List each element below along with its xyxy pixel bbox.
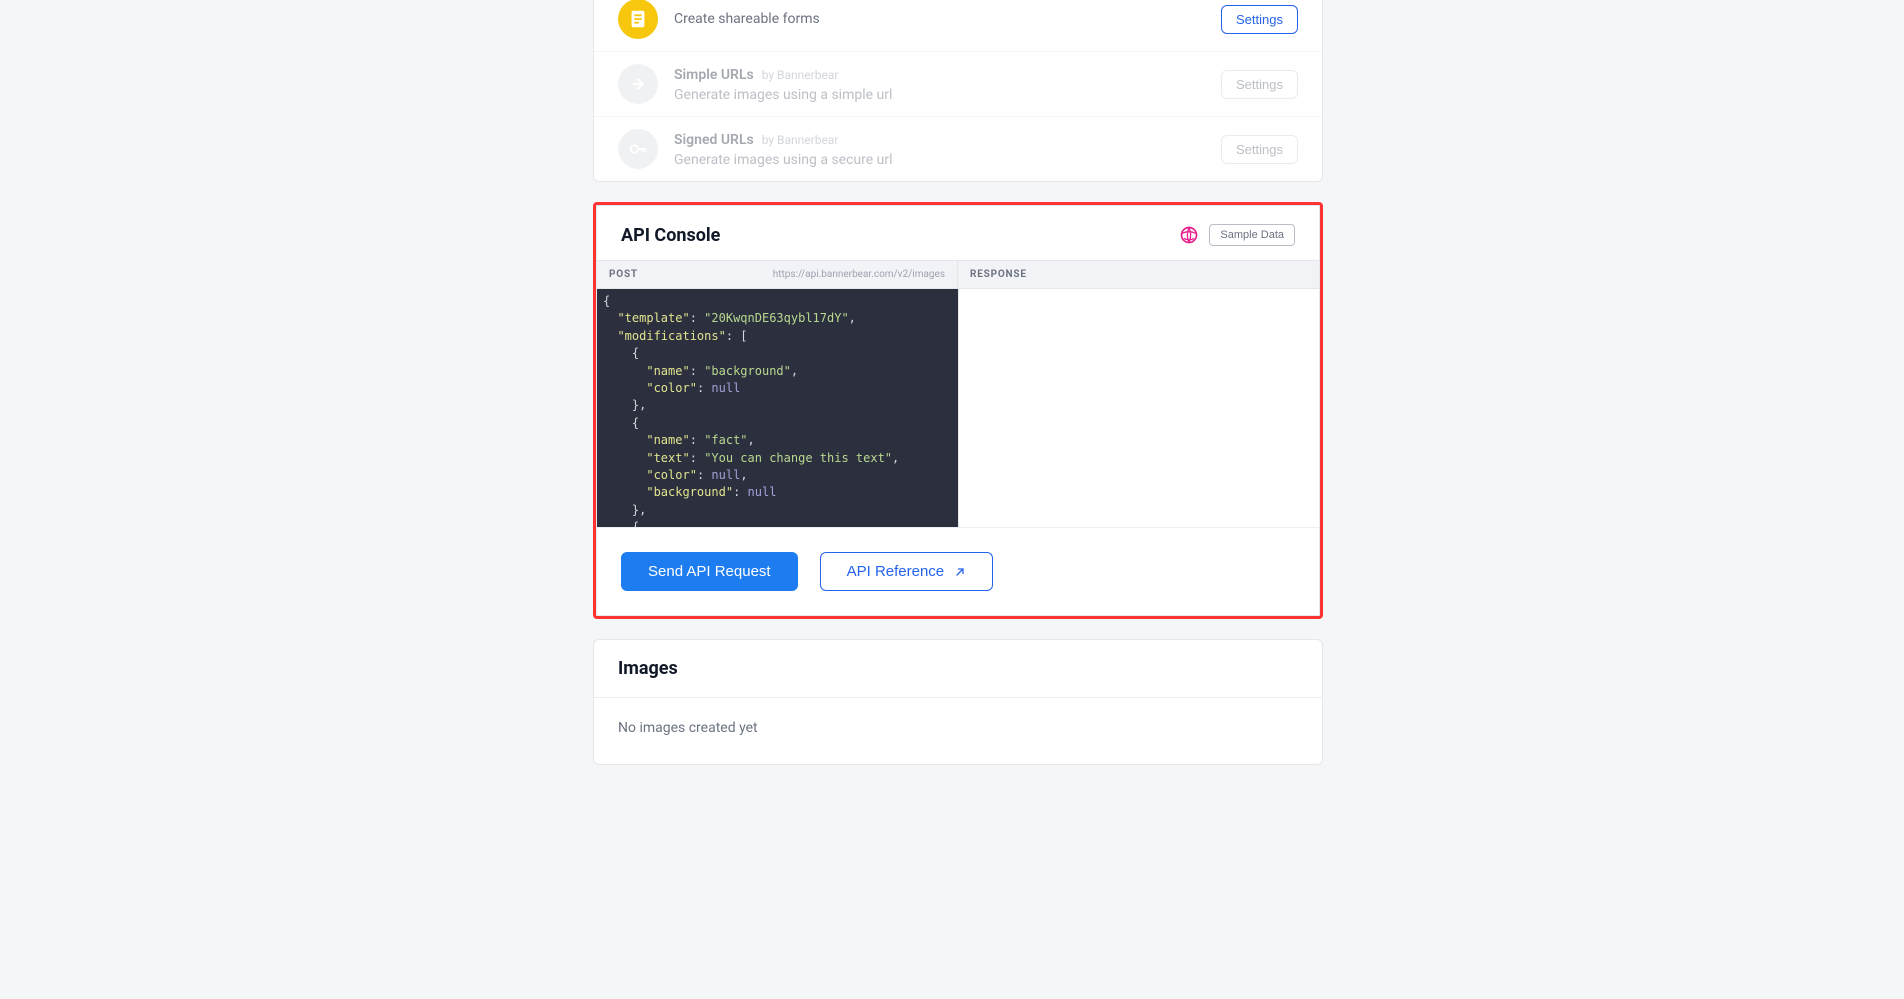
sample-data-button[interactable]: Sample Data bbox=[1209, 224, 1295, 246]
settings-button[interactable]: Settings bbox=[1221, 5, 1298, 34]
integration-row-signed-urls: Signed URLs by Bannerbear Generate image… bbox=[594, 116, 1322, 181]
form-icon bbox=[618, 0, 658, 39]
integration-title: Simple URLs bbox=[674, 67, 754, 83]
integration-title: Signed URLs bbox=[674, 132, 754, 148]
integration-subtitle: Create shareable forms bbox=[674, 11, 1205, 29]
response-label: RESPONSE bbox=[970, 269, 1027, 280]
api-response-header: RESPONSE bbox=[958, 261, 1319, 288]
settings-button[interactable]: Settings bbox=[1221, 135, 1298, 164]
api-reference-button[interactable]: API Reference bbox=[820, 552, 994, 591]
settings-button[interactable]: Settings bbox=[1221, 70, 1298, 99]
api-request-body[interactable]: { "template": "20KwqnDE63qybl17dY", "mod… bbox=[597, 289, 958, 527]
post-label: POST bbox=[609, 269, 638, 280]
api-console-title: API Console bbox=[621, 225, 720, 246]
api-response-body bbox=[958, 289, 1319, 527]
api-post-header: POST https://api.bannerbear.com/v2/image… bbox=[597, 261, 958, 288]
integration-row-simple-urls: Simple URLs by Bannerbear Generate image… bbox=[594, 51, 1322, 116]
bannerbear-logo-icon bbox=[1179, 225, 1199, 245]
integration-by: by Bannerbear bbox=[762, 68, 839, 82]
integration-row-forms: Create shareable forms Settings bbox=[594, 0, 1322, 51]
images-card: Images No images created yet bbox=[593, 639, 1323, 765]
integration-subtitle: Generate images using a simple url bbox=[674, 87, 1205, 105]
arrow-right-icon bbox=[618, 64, 658, 104]
api-console-card: API Console Sample Data bbox=[596, 205, 1320, 616]
api-reference-label: API Reference bbox=[847, 563, 945, 580]
api-panes-header: POST https://api.bannerbear.com/v2/image… bbox=[597, 260, 1319, 289]
integration-by: by Bannerbear bbox=[762, 133, 839, 147]
api-endpoint: https://api.bannerbear.com/v2/images bbox=[773, 269, 945, 280]
integrations-list: Create shareable forms Settings Simple U… bbox=[593, 0, 1323, 182]
images-title: Images bbox=[594, 640, 1322, 698]
images-empty-text: No images created yet bbox=[594, 698, 1322, 764]
api-console-highlight: API Console Sample Data bbox=[593, 202, 1323, 619]
external-link-icon bbox=[954, 566, 966, 578]
send-api-request-button[interactable]: Send API Request bbox=[621, 552, 798, 591]
key-icon bbox=[618, 129, 658, 169]
integration-subtitle: Generate images using a secure url bbox=[674, 152, 1205, 170]
